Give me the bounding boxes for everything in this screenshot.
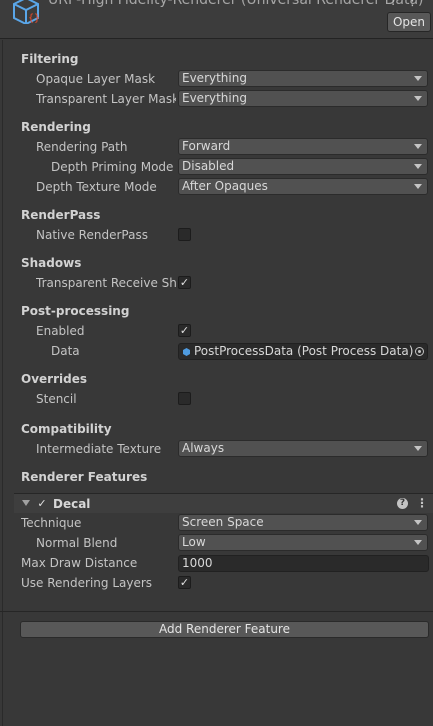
- depth-priming-label: Depth Priming Mode: [51, 160, 174, 174]
- transparent-receive-shadows-label: Transparent Receive Shadows: [36, 276, 176, 290]
- rendering-path-label: Rendering Path: [36, 140, 128, 154]
- section-renderpass: RenderPass: [21, 208, 101, 222]
- opaque-layer-mask-label: Opaque Layer Mask: [36, 72, 156, 86]
- rendering-path-dropdown[interactable]: Forward: [178, 138, 428, 155]
- max-draw-distance-label: Max Draw Distance: [21, 556, 138, 570]
- post-processing-enabled-checkbox[interactable]: ✓: [178, 324, 191, 337]
- transparent-layer-mask-dropdown[interactable]: Everything: [178, 90, 428, 107]
- normal-blend-label: Normal Blend: [36, 536, 118, 550]
- depth-texture-value: After Opaques: [182, 179, 268, 193]
- help-icon[interactable]: ?: [390, 0, 397, 9]
- post-process-data-value: PostProcessData (Post Process Data): [194, 344, 414, 358]
- native-renderpass-label: Native RenderPass: [36, 228, 148, 242]
- section-rendering: Rendering: [21, 120, 91, 134]
- asset-title: URP-High Fidelity-Renderer (Universal Re…: [48, 0, 424, 8]
- header-menu-icon[interactable]: ⋮: [406, 0, 419, 9]
- use-rendering-layers-checkbox[interactable]: ✓: [178, 576, 191, 589]
- intermediate-texture-label: Intermediate Texture: [36, 442, 162, 456]
- open-button[interactable]: Open: [387, 12, 431, 32]
- intermediate-texture-value: Always: [182, 441, 225, 455]
- opaque-layer-mask-value: Everything: [182, 71, 247, 85]
- section-renderer-features: Renderer Features: [21, 470, 148, 484]
- opaque-layer-mask-dropdown[interactable]: Everything: [178, 70, 428, 87]
- technique-label: Technique: [21, 516, 82, 530]
- dropdown-arrow-icon: [414, 540, 422, 545]
- depth-priming-value: Disabled: [182, 159, 235, 173]
- inspector-header: {} URP-High Fidelity-Renderer (Universal…: [0, 0, 433, 39]
- intermediate-texture-dropdown[interactable]: Always: [178, 440, 428, 457]
- section-overrides: Overrides: [21, 372, 87, 386]
- technique-value: Screen Space: [182, 515, 264, 529]
- transparent-layer-mask-label: Transparent Layer Mask: [36, 92, 176, 106]
- technique-dropdown[interactable]: Screen Space: [178, 514, 428, 531]
- section-compatibility: Compatibility: [21, 422, 112, 436]
- transparent-layer-mask-value: Everything: [182, 91, 247, 105]
- help-icon[interactable]: ?: [397, 498, 408, 509]
- max-draw-distance-value: 1000: [182, 556, 213, 570]
- use-rendering-layers-label: Use Rendering Layers: [21, 576, 153, 590]
- decal-enabled-checkbox[interactable]: ✓: [36, 498, 48, 510]
- post-processing-data-label: Data: [51, 344, 80, 358]
- dropdown-arrow-icon: [414, 164, 422, 169]
- dropdown-arrow-icon: [414, 446, 422, 451]
- urp-asset-icon: {}: [13, 0, 40, 24]
- panel-edge: [2, 40, 3, 726]
- dropdown-arrow-icon: [414, 520, 422, 525]
- dropdown-arrow-icon: [414, 184, 422, 189]
- object-picker-icon[interactable]: [415, 347, 424, 356]
- feature-divider-bottom: [0, 611, 433, 612]
- post-processing-enabled-label: Enabled: [36, 324, 85, 338]
- depth-texture-label: Depth Texture Mode: [36, 180, 157, 194]
- transparent-receive-shadows-checkbox[interactable]: ✓: [178, 276, 191, 289]
- post-process-data-field[interactable]: PostProcessData (Post Process Data): [178, 343, 428, 360]
- native-renderpass-checkbox[interactable]: [178, 228, 191, 241]
- stencil-label: Stencil: [36, 392, 77, 406]
- add-renderer-feature-button[interactable]: Add Renderer Feature: [20, 621, 429, 638]
- dropdown-arrow-icon: [414, 144, 422, 149]
- dropdown-arrow-icon: [414, 76, 422, 81]
- max-draw-distance-field[interactable]: 1000: [178, 555, 429, 572]
- normal-blend-value: Low: [182, 535, 206, 549]
- decal-feature-name: Decal: [53, 497, 91, 511]
- dropdown-arrow-icon: [414, 96, 422, 101]
- stencil-checkbox[interactable]: [178, 392, 191, 405]
- depth-priming-dropdown[interactable]: Disabled: [178, 158, 428, 175]
- section-filtering: Filtering: [21, 52, 79, 66]
- section-post-processing: Post-processing: [21, 304, 130, 318]
- svg-text:{}: {}: [28, 13, 40, 24]
- depth-texture-dropdown[interactable]: After Opaques: [178, 178, 428, 195]
- section-shadows: Shadows: [21, 256, 82, 270]
- feature-menu-icon[interactable]: ⋮: [416, 496, 428, 510]
- post-process-data-icon: [183, 348, 190, 356]
- normal-blend-dropdown[interactable]: Low: [178, 534, 428, 551]
- rendering-path-value: Forward: [182, 139, 231, 153]
- foldout-arrow-icon[interactable]: [22, 500, 30, 506]
